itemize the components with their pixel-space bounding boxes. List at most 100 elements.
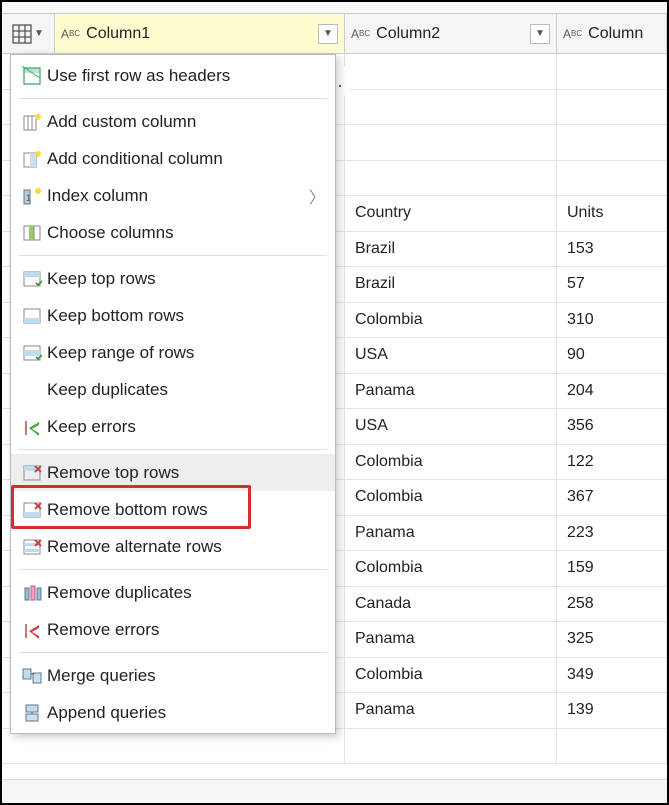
menu-label: Choose columns	[47, 223, 325, 243]
menu-remove-bottom-rows[interactable]: Remove bottom rows	[11, 491, 335, 528]
column2-filter-button[interactable]: ▼	[530, 24, 550, 44]
cell-col2: USA	[345, 409, 557, 444]
merge-queries-icon	[17, 666, 47, 686]
promote-headers-icon	[17, 66, 47, 86]
cell-col3: 122	[557, 445, 667, 480]
menu-keep-bottom-rows[interactable]: Keep bottom rows	[11, 297, 335, 334]
menu-add-custom-column[interactable]: Add custom column	[11, 103, 335, 140]
table-icon	[12, 24, 32, 44]
menu-append-queries[interactable]: Append queries	[11, 694, 335, 731]
menu-label: Merge queries	[47, 666, 325, 686]
column1-header[interactable]: ABC Column1 ▼	[55, 14, 345, 53]
cell-col3: 139	[557, 693, 667, 728]
cell-col2	[345, 729, 557, 764]
menu-label: Remove alternate rows	[47, 537, 325, 557]
menu-remove-duplicates[interactable]: Remove duplicates	[11, 574, 335, 611]
column1-filter-button[interactable]: ▼	[318, 24, 338, 44]
cell-col2: Colombia	[345, 480, 557, 515]
cell-col2	[345, 90, 557, 125]
cell-col2: Brazil	[345, 232, 557, 267]
cell-col3: 367	[557, 480, 667, 515]
menu-separator	[19, 652, 327, 653]
cell-col3: 258	[557, 587, 667, 622]
column1-label: Column1	[86, 25, 150, 43]
cell-col2: Brazil	[345, 267, 557, 302]
cell-col2: Panama	[345, 622, 557, 657]
index-column-icon: 1	[17, 186, 47, 206]
cell-col2	[345, 54, 557, 89]
table-context-menu: Use first row as headers Add custom colu…	[10, 54, 336, 734]
column2-header[interactable]: ABC Column2 ▼	[345, 14, 557, 53]
cell-col3: 204	[557, 374, 667, 409]
cell-col3: 90	[557, 338, 667, 373]
menu-label: Keep bottom rows	[47, 306, 325, 326]
menu-label: Add custom column	[47, 112, 325, 132]
menu-choose-columns[interactable]: Choose columns	[11, 214, 335, 251]
cell-col2: USA	[345, 338, 557, 373]
chevron-down-icon: ▼	[34, 28, 44, 39]
cell-col2: Colombia	[345, 445, 557, 480]
cell-col2: Colombia	[345, 658, 557, 693]
cell-col3: 159	[557, 551, 667, 586]
add-column-icon	[17, 112, 47, 132]
menu-use-first-row[interactable]: Use first row as headers	[11, 57, 335, 94]
cell-col3	[557, 90, 667, 125]
cell-col2: Panama	[345, 374, 557, 409]
menu-label: Keep top rows	[47, 269, 325, 289]
menu-remove-alternate-rows[interactable]: Remove alternate rows	[11, 528, 335, 565]
cell-col3: 356	[557, 409, 667, 444]
top-border-area	[2, 2, 667, 14]
submenu-arrow-icon: 〉	[303, 184, 325, 208]
menu-remove-errors[interactable]: Remove errors	[11, 611, 335, 648]
menu-label: Index column	[47, 186, 303, 206]
cell-col2: Canada	[345, 587, 557, 622]
cell-col2	[345, 125, 557, 160]
remove-top-icon	[17, 463, 47, 483]
cell-col3	[557, 161, 667, 196]
remove-duplicates-icon	[17, 583, 47, 603]
cell-col2: Colombia	[345, 551, 557, 586]
abc-type-icon: ABC	[563, 27, 582, 41]
keep-bottom-icon	[17, 306, 47, 326]
remove-bottom-icon	[17, 500, 47, 520]
abc-type-icon: ABC	[61, 27, 80, 41]
column3-header[interactable]: ABC Column	[557, 14, 667, 53]
menu-keep-duplicates[interactable]: Keep duplicates	[11, 371, 335, 408]
cell-col2	[345, 161, 557, 196]
menu-label: Remove bottom rows	[47, 500, 325, 520]
cell-col3: 223	[557, 516, 667, 551]
menu-separator	[19, 98, 327, 99]
cell-col3: 349	[557, 658, 667, 693]
conditional-column-icon	[17, 149, 47, 169]
menu-remove-top-rows[interactable]: Remove top rows	[11, 454, 335, 491]
remove-errors-icon	[17, 621, 47, 639]
menu-label: Keep errors	[47, 417, 325, 437]
append-queries-icon	[17, 703, 47, 723]
cell-col2: Country	[345, 196, 557, 231]
choose-columns-icon	[17, 223, 47, 243]
menu-separator	[19, 569, 327, 570]
menu-index-column[interactable]: 1 Index column 〉	[11, 177, 335, 214]
cell-col2: Panama	[345, 693, 557, 728]
menu-add-conditional-column[interactable]: Add conditional column	[11, 140, 335, 177]
menu-merge-queries[interactable]: Merge queries	[11, 657, 335, 694]
menu-label: Keep duplicates	[47, 380, 325, 400]
cell-col3: 325	[557, 622, 667, 657]
cell-col3	[557, 54, 667, 89]
menu-label: Remove top rows	[47, 463, 325, 483]
cell-col2: Panama	[345, 516, 557, 551]
menu-keep-errors[interactable]: Keep errors	[11, 408, 335, 445]
column3-label: Column	[588, 25, 643, 43]
menu-separator	[19, 255, 327, 256]
column-header-row: ▼ ABC Column1 ▼ ABC Column2 ▼ ABC Column	[2, 14, 667, 54]
menu-label: Remove errors	[47, 620, 325, 640]
cell-col3: 153	[557, 232, 667, 267]
menu-keep-range-rows[interactable]: Keep range of rows	[11, 334, 335, 371]
table-menu-button[interactable]: ▼	[2, 14, 55, 53]
menu-keep-top-rows[interactable]: Keep top rows	[11, 260, 335, 297]
keep-errors-icon	[17, 418, 47, 436]
footer-bar	[2, 779, 667, 803]
menu-label: Use first row as headers	[47, 66, 325, 86]
cell-col3	[557, 125, 667, 160]
remove-alternate-icon	[17, 537, 47, 557]
